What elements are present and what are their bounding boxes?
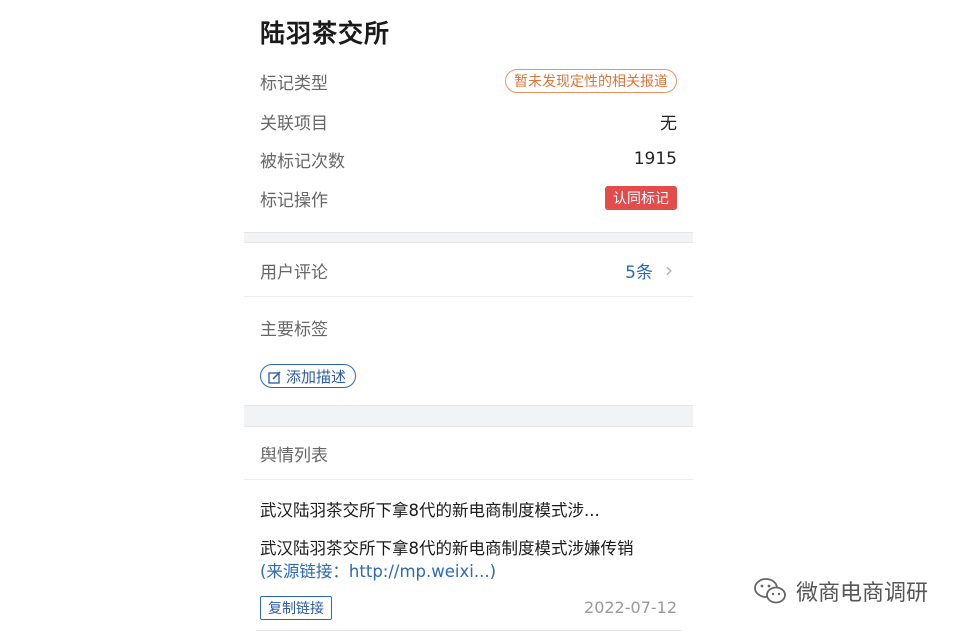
mark-count-label: 被标记次数 (260, 151, 345, 172)
section-divider (244, 405, 693, 427)
news-headline[interactable]: 武汉陆羽茶交所下拿8代的新电商制度模式涉... (260, 497, 600, 521)
opinion-list-title: 舆情列表 (260, 446, 328, 466)
chevron-right-icon: › (665, 258, 673, 282)
detail-panel: 陆羽茶交所 标记类型 暂未发现定性的相关报道 关联项目 无 被标记次数 1915… (244, 0, 693, 633)
add-description-label: 添加描述 (286, 367, 347, 386)
copy-link-button[interactable]: 复制链接 (260, 596, 332, 620)
mark-type-label: 标记类型 (260, 73, 328, 94)
mark-count-value: 1915 (633, 149, 677, 169)
mark-action-label: 标记操作 (260, 190, 328, 211)
news-date: 2022-07-12 (584, 598, 677, 617)
mark-count-row: 被标记次数 1915 (260, 144, 677, 174)
news-body-text: 武汉陆羽茶交所下拿8代的新电商制度模式涉嫌传销 (260, 539, 634, 558)
related-project-value: 无 (660, 113, 677, 134)
user-comments-row[interactable]: 用户评论 5条 › (244, 244, 693, 296)
mark-action-row: 标记操作 认同标记 (260, 183, 677, 213)
related-project-label: 关联项目 (260, 113, 328, 134)
mark-type-row: 标记类型 暂未发现定性的相关报道 (260, 66, 677, 96)
source-link[interactable]: (来源链接：http://mp.weixi...) (260, 562, 496, 581)
related-project-row: 关联项目 无 (260, 106, 677, 136)
row-divider (244, 296, 693, 297)
row-divider (256, 630, 681, 631)
page-title: 陆羽茶交所 (260, 19, 391, 48)
main-tags-title: 主要标签 (260, 320, 328, 340)
edit-icon (268, 370, 281, 384)
watermark-text: 微商电商调研 (796, 581, 929, 606)
user-comments-label: 用户评论 (260, 262, 328, 283)
news-body: 武汉陆羽茶交所下拿8代的新电商制度模式涉嫌传销 (来源链接：http://mp.… (260, 537, 685, 583)
watermark: 微商电商调研 (752, 575, 928, 607)
add-description-button[interactable]: 添加描述 (260, 364, 357, 388)
section-divider (244, 232, 693, 243)
wechat-icon (752, 576, 788, 606)
mark-type-badge: 暂未发现定性的相关报道 (505, 69, 677, 93)
row-divider (244, 479, 693, 480)
agree-mark-button[interactable]: 认同标记 (605, 186, 677, 210)
comment-count: 5条 (625, 262, 653, 283)
